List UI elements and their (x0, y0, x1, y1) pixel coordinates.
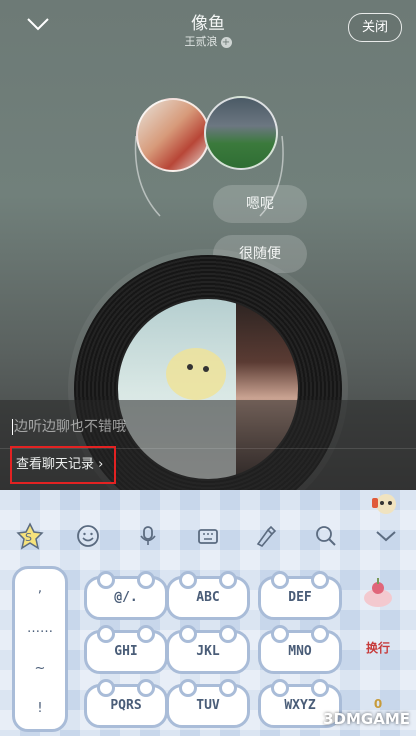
key-4[interactable]: GHI (84, 625, 168, 674)
emoji-icon[interactable] (74, 522, 102, 550)
close-button[interactable]: 关闭 (348, 13, 402, 42)
history-link-label: 查看聊天记录 (16, 457, 95, 472)
key-8[interactable]: TUV (166, 679, 250, 728)
key-1[interactable]: @/. (84, 571, 168, 620)
handwriting-icon[interactable] (252, 522, 280, 550)
search-icon[interactable] (312, 522, 340, 550)
chat-bubble: 嗯呢 (213, 185, 307, 223)
follow-plus-icon[interactable]: + (220, 36, 232, 48)
key-7[interactable]: PQRS (84, 679, 168, 728)
key-6[interactable]: MNO (258, 625, 342, 674)
chevron-right-icon: › (94, 457, 104, 472)
punctuation-key[interactable]: …… (15, 609, 65, 649)
key-5[interactable]: JKL (166, 625, 250, 674)
watermark: 3DMGAME (323, 710, 410, 728)
input-placeholder: 边听边聊也不错哦 (14, 419, 126, 435)
svg-text:S: S (25, 531, 32, 544)
artist-name[interactable]: 王贰浪 (185, 35, 218, 48)
chat-input[interactable]: 边听边聊也不错哦 (12, 416, 126, 436)
key-2[interactable]: ABC (166, 571, 250, 620)
collapse-keyboard-icon[interactable] (372, 522, 400, 550)
keyboard-top-bar (0, 490, 416, 518)
screen: 像鱼 王贰浪 + 关闭 嗯呢 很随便 边听边聊也不错哦 查看聊天记录 › S ,… (0, 0, 416, 736)
avatar[interactable] (136, 98, 210, 172)
microphone-icon[interactable] (134, 522, 162, 550)
punctuation-key[interactable]: , (15, 569, 65, 609)
view-chat-history-link[interactable]: 查看聊天记录 › (10, 446, 116, 484)
avatar[interactable] (204, 96, 278, 170)
key-3[interactable]: DEF (258, 571, 342, 620)
keyboard-logo-icon[interactable]: S (16, 522, 44, 550)
punctuation-column: , …… ~ ! (12, 566, 68, 732)
delete-key[interactable] (356, 572, 400, 612)
keyboard-switch-icon[interactable] (194, 522, 222, 550)
punctuation-key[interactable]: ! (15, 689, 65, 729)
punctuation-key[interactable]: ~ (15, 649, 65, 689)
enter-key[interactable]: 换行 (356, 628, 400, 668)
